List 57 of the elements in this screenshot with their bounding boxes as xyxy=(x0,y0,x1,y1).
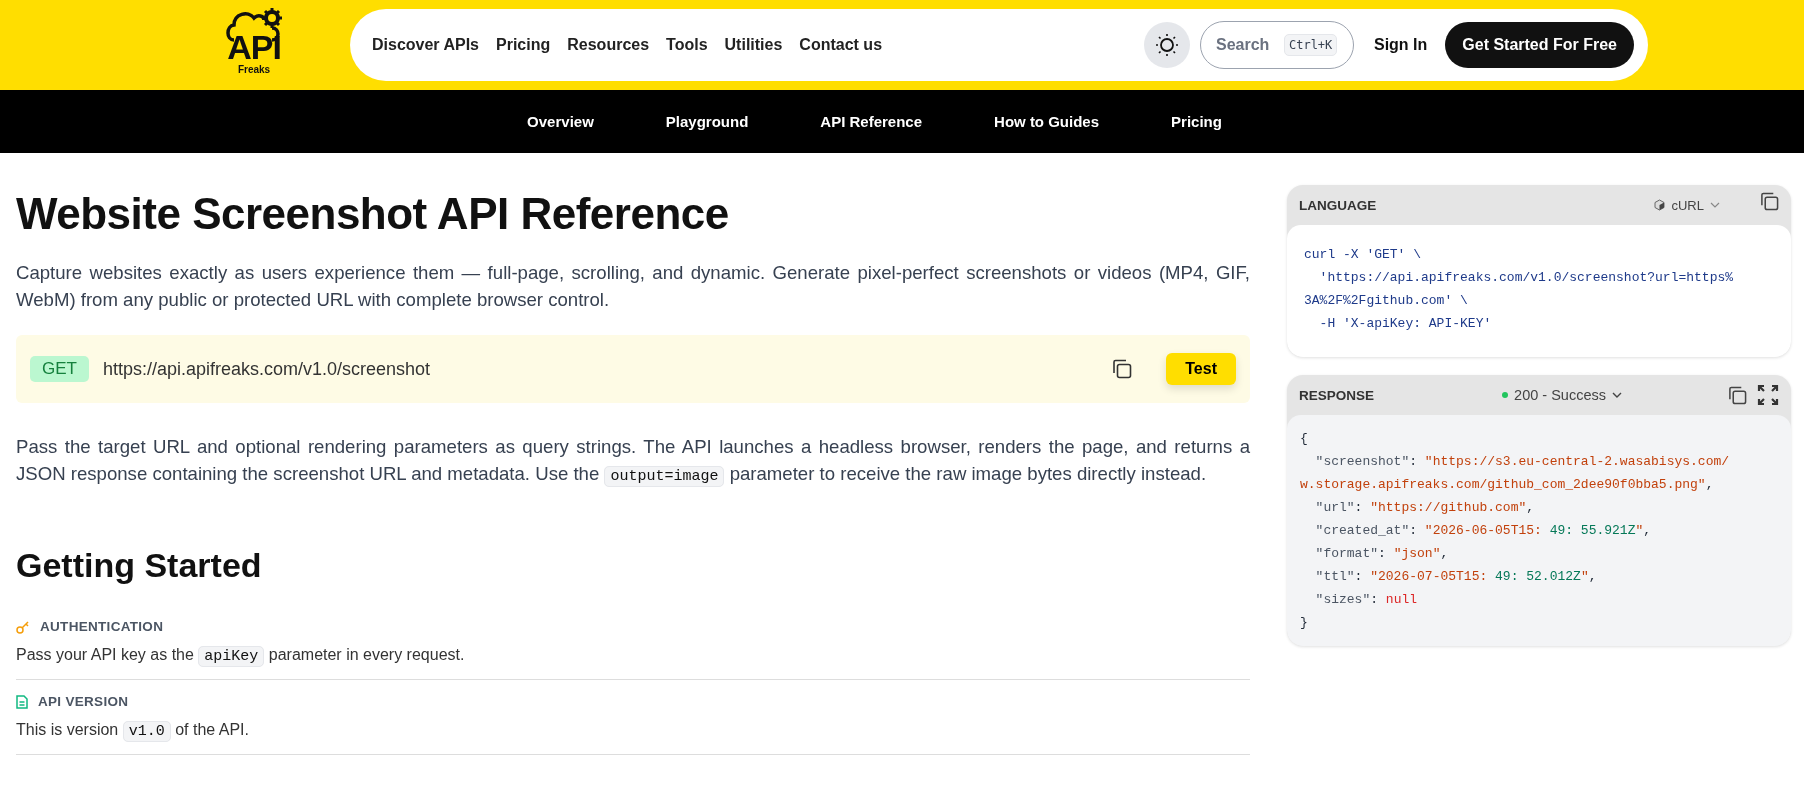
status-dropdown[interactable]: 200 - Success xyxy=(1496,386,1628,404)
nav-link[interactable]: Contact us xyxy=(799,36,883,54)
code-line: } xyxy=(1300,614,1309,632)
document-icon xyxy=(16,694,28,709)
chevron-down-icon xyxy=(1710,202,1720,208)
nav-link[interactable]: Discover APIs xyxy=(372,36,479,54)
code-line: 3A%2F%2Fgithub.com' \ xyxy=(1304,292,1469,310)
section-text: Pass your API key as the apiKey parameter in every request. xyxy=(16,646,466,665)
chevron-down-icon xyxy=(1612,392,1622,398)
code-line: "ttl": "2026-07-05T15: 49: 52.012Z", xyxy=(1314,568,1598,586)
expand-icon[interactable] xyxy=(1757,384,1779,406)
section-tab[interactable]: How to Guides xyxy=(994,113,1100,130)
section-heading: Getting Started xyxy=(16,546,263,585)
code-line: "format": "json", xyxy=(1314,545,1450,563)
cube-icon xyxy=(1654,199,1666,211)
method-badge: GET xyxy=(30,356,89,382)
code-line: w.storage.apifreaks.com/github_com_2dee90f0bba5.png", xyxy=(1300,476,1715,494)
code-line: "created_at": "2026-06-05T15: 49: 55.921Z", xyxy=(1314,522,1653,540)
status-dot xyxy=(1502,392,1509,398)
section-label: AUTHENTICATION xyxy=(40,619,164,634)
code-line: 'https://api.apifreaks.com/v1.0/screenshot?url=https% xyxy=(1318,269,1735,287)
section-tab[interactable]: API Reference xyxy=(820,113,923,130)
section-tab[interactable]: Overview xyxy=(527,113,594,130)
intro-paragraph: Capture websites exactly as users experience them — full-page, scrolling, and dynamic. Generate pixel-perfect screenshots or videos (MP4, GIF, WebM) from any public or protected URL with complete browser control. xyxy=(16,261,1250,312)
logo-text[interactable]: API xyxy=(227,29,281,64)
nav-link[interactable]: Resources xyxy=(567,36,650,54)
sun-icon xyxy=(1155,34,1178,56)
code-line: { xyxy=(1300,430,1309,448)
description-paragraph: Pass the target URL and optional rendering parameters as query strings. The API launches a headless browser, renders the page, and returns a JSON response containing the screenshot URL and metadata. Use the output=image parameter to receive the raw image bytes directly instead. xyxy=(16,435,1250,489)
page-title: Website Screenshot API Reference xyxy=(16,189,730,239)
section-tab[interactable]: Pricing xyxy=(1171,113,1222,130)
sign-in-link[interactable]: Sign In xyxy=(1373,36,1428,54)
code-line: "url": "https://github.com", xyxy=(1314,499,1536,517)
nav-link[interactable]: Tools xyxy=(666,36,708,54)
section-text: This is version v1.0 of the API. xyxy=(16,721,250,740)
key-icon xyxy=(16,619,30,634)
code-line: -H 'X-apiKey: API-KEY' xyxy=(1318,315,1493,333)
copy-icon[interactable] xyxy=(1760,191,1779,211)
code-line: curl -X 'GET' \ xyxy=(1304,246,1423,264)
logo-subtext: Freaks xyxy=(237,63,271,75)
nav-link[interactable]: Utilities xyxy=(724,36,783,54)
copy-icon[interactable] xyxy=(1728,385,1747,405)
panel-title: RESPONSE xyxy=(1299,387,1376,403)
nav-link[interactable]: Pricing xyxy=(496,36,551,54)
copy-icon[interactable] xyxy=(1112,359,1133,379)
panel-title: LANGUAGE xyxy=(1299,197,1378,213)
keyboard-shortcut: Ctrl+K xyxy=(1283,34,1338,56)
section-label: API VERSION xyxy=(38,694,129,709)
test-button[interactable]: Test xyxy=(1166,353,1236,385)
search-input[interactable]: Search xyxy=(1213,35,1278,55)
code-line: "screenshot": "https://s3.eu-central-2.wasabisys.com/ xyxy=(1314,453,1731,471)
theme-toggle-button[interactable] xyxy=(1143,22,1190,68)
endpoint-url: https://api.apifreaks.com/v1.0/screenshot xyxy=(102,358,432,380)
language-dropdown[interactable]: cURL xyxy=(1648,196,1726,214)
section-tab[interactable]: Playground xyxy=(665,113,749,130)
code-line: "sizes": null xyxy=(1314,591,1419,609)
get-started-button[interactable]: Get Started For Free xyxy=(1445,22,1634,68)
